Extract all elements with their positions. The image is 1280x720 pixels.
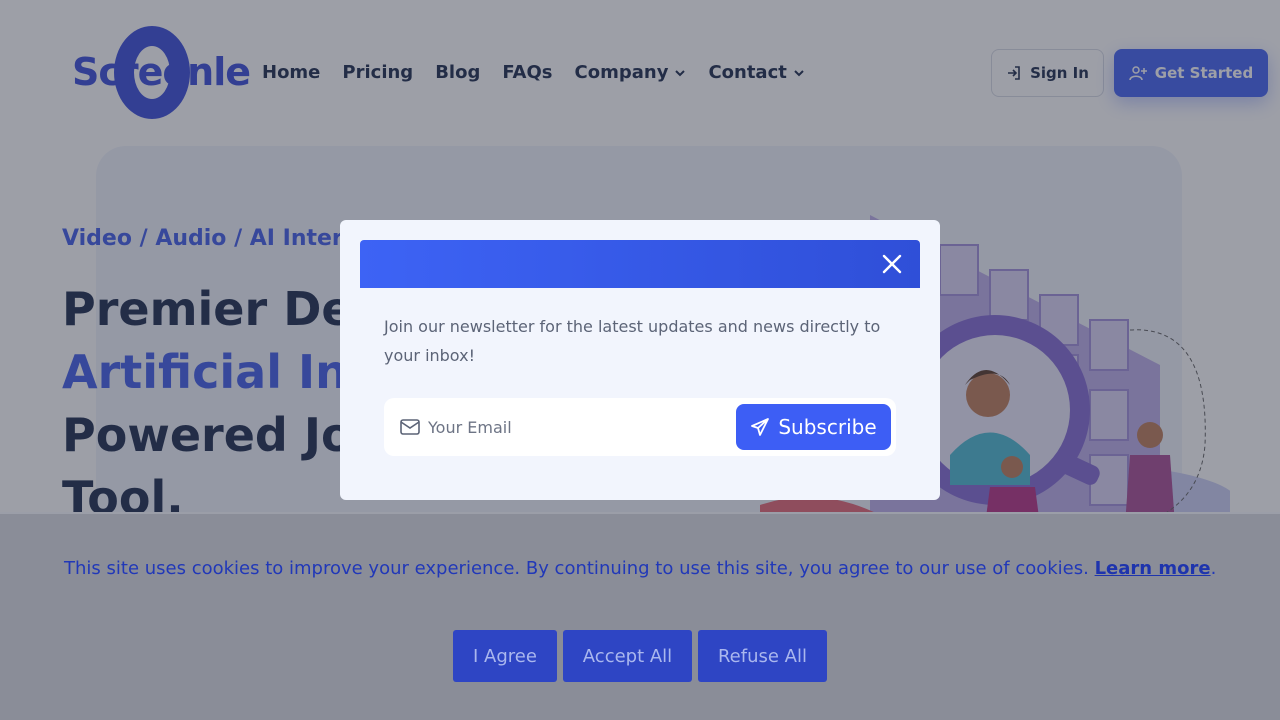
cookie-text: This site uses cookies to improve your e… bbox=[64, 558, 1089, 579]
refuse-all-button[interactable]: Refuse All bbox=[698, 630, 827, 682]
email-input[interactable] bbox=[428, 411, 728, 443]
subscribe-form: Subscribe bbox=[384, 398, 896, 456]
i-agree-button[interactable]: I Agree bbox=[453, 630, 557, 682]
newsletter-modal: Join our newsletter for the latest updat… bbox=[340, 220, 940, 500]
refuse-all-label: Refuse All bbox=[717, 645, 807, 667]
mail-icon bbox=[400, 419, 420, 435]
cookie-message: This site uses cookies to improve your e… bbox=[64, 558, 1216, 579]
learn-more-link[interactable]: Learn more bbox=[1095, 558, 1211, 579]
modal-header-bar bbox=[360, 240, 920, 288]
close-icon[interactable] bbox=[880, 252, 904, 276]
cookie-period: . bbox=[1210, 558, 1217, 579]
accept-all-button[interactable]: Accept All bbox=[563, 630, 692, 682]
subscribe-label: Subscribe bbox=[778, 415, 877, 439]
subscribe-button[interactable]: Subscribe bbox=[736, 404, 891, 450]
newsletter-description: Join our newsletter for the latest updat… bbox=[384, 317, 881, 365]
i-agree-label: I Agree bbox=[473, 645, 537, 667]
send-icon bbox=[751, 418, 770, 436]
accept-all-label: Accept All bbox=[582, 645, 673, 667]
cookie-banner: This site uses cookies to improve your e… bbox=[0, 512, 1280, 720]
